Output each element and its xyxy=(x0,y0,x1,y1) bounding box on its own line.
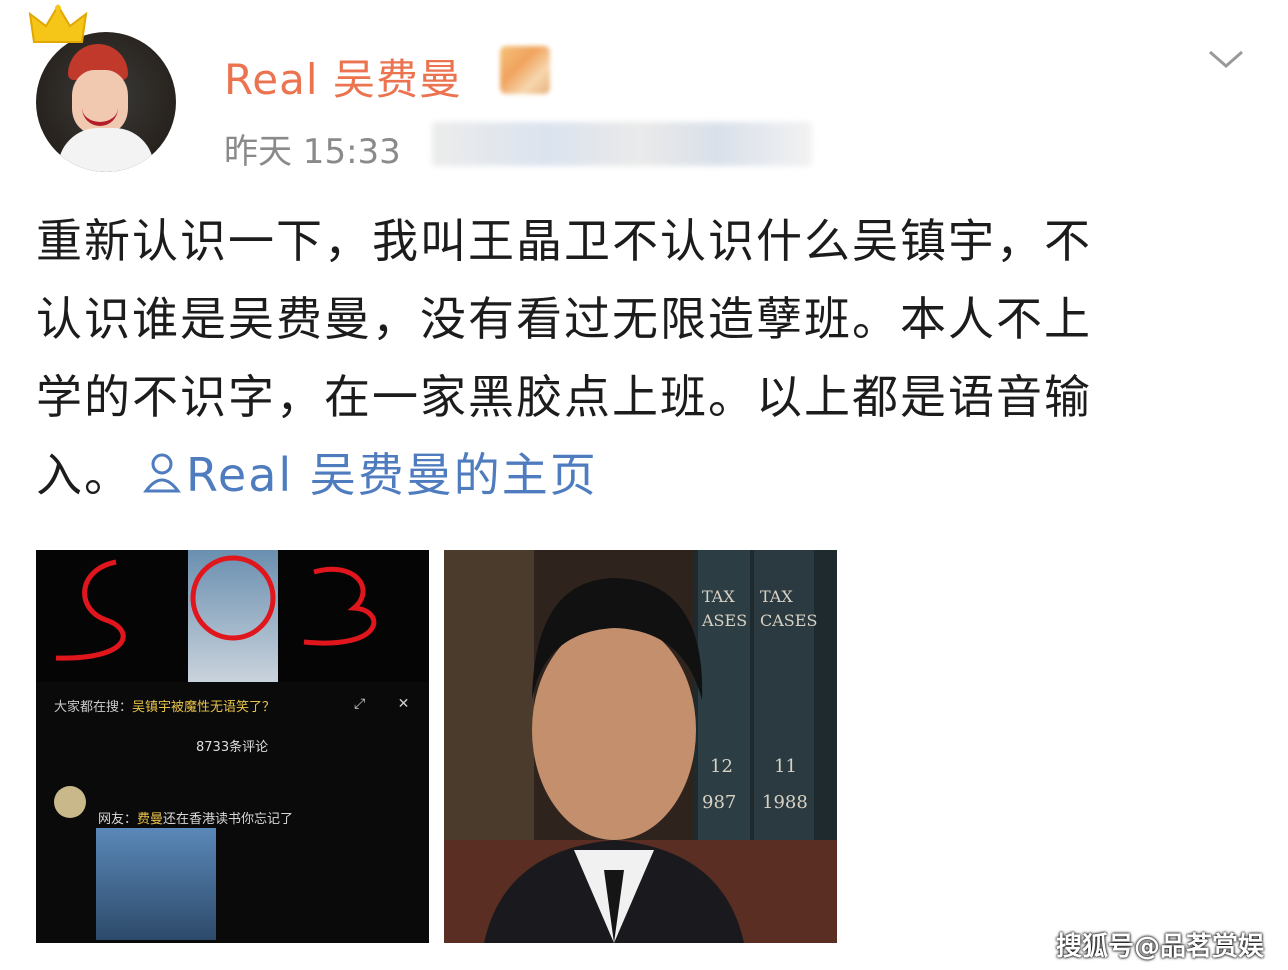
comment-count: 8733条评论 xyxy=(196,740,269,755)
post-line-prefix: 入。 xyxy=(36,448,132,502)
comment-body: 还在香港读书你忘记了 xyxy=(163,812,294,827)
avatar-body xyxy=(58,128,154,172)
chevron-down-icon[interactable] xyxy=(1206,44,1246,74)
post-line: 重新认识一下，我叫王晶卫不认识什么吴镇宇，不 xyxy=(36,214,1092,268)
post-image-1[interactable]: 大家都在搜：吴镇宇被魔性无语笑了？ ⤢ ✕ 8733条评论 网友：费曼还在香港读… xyxy=(36,550,429,943)
comment-prefix: 网友： xyxy=(98,812,138,827)
comment-text: 网友：费曼还在香港读书你忘记了 xyxy=(98,808,293,827)
post-image-2[interactable]: TAX TAX ASES CASES 12 11 987 1988 xyxy=(444,550,837,943)
crown-icon xyxy=(28,4,88,43)
comment-image-thumbnail xyxy=(96,828,216,940)
svg-text:ASES: ASES xyxy=(701,611,747,630)
comments-panel-icons: ⤢ ✕ xyxy=(354,696,409,712)
book-vol-2: 11 xyxy=(774,756,797,777)
minimize-icon[interactable]: ⤢ xyxy=(354,696,365,712)
watermark: 搜狐号@品茗赏娱 xyxy=(1056,932,1265,962)
profile-link-label: Real 吴费曼的主页 xyxy=(186,448,598,502)
red-annotation-marks xyxy=(55,555,377,661)
profile-link[interactable]: Real 吴费曼的主页 xyxy=(132,448,598,502)
comments-search-title: 大家都在搜：吴镇宇被魔性无语笑了？ xyxy=(54,696,275,715)
book-label-1: TAX xyxy=(702,587,735,606)
post-line: 认识谁是吴费曼，没有看过无限造孽班。本人不上 xyxy=(36,292,1092,346)
user-badge xyxy=(500,46,550,94)
commenter-avatar xyxy=(54,786,86,818)
svg-text:CASES: CASES xyxy=(760,611,817,630)
book-year-2: 1988 xyxy=(762,792,808,813)
book-vol-1: 12 xyxy=(710,756,733,777)
comments-search-prefix: 大家都在搜： xyxy=(54,700,133,715)
comment-highlight: 费曼 xyxy=(137,812,164,827)
avatar[interactable] xyxy=(36,32,176,172)
comments-search-highlight: 吴镇宇被魔性无语笑了？ xyxy=(132,700,276,715)
post-timestamp: 昨天 15:33 xyxy=(224,132,401,172)
post-line-last: 入。 Real 吴费曼的主页 xyxy=(36,436,1246,514)
post-line: 学的不识字，在一家黑胶点上班。以上都是语音输 xyxy=(36,370,1092,424)
post-text: 重新认识一下，我叫王晶卫不认识什么吴镇宇，不 认识谁是吴费曼，没有看过无限造孽班… xyxy=(36,202,1246,514)
book-year-1: 987 xyxy=(702,792,736,813)
person-icon xyxy=(143,453,181,493)
close-icon[interactable]: ✕ xyxy=(398,696,410,712)
book-label-2: TAX xyxy=(760,587,793,606)
post-source-blurred xyxy=(432,122,812,166)
username[interactable]: Real 吴费曼 xyxy=(224,46,462,107)
portrait-illustration: TAX TAX ASES CASES 12 11 987 1988 xyxy=(444,550,837,943)
